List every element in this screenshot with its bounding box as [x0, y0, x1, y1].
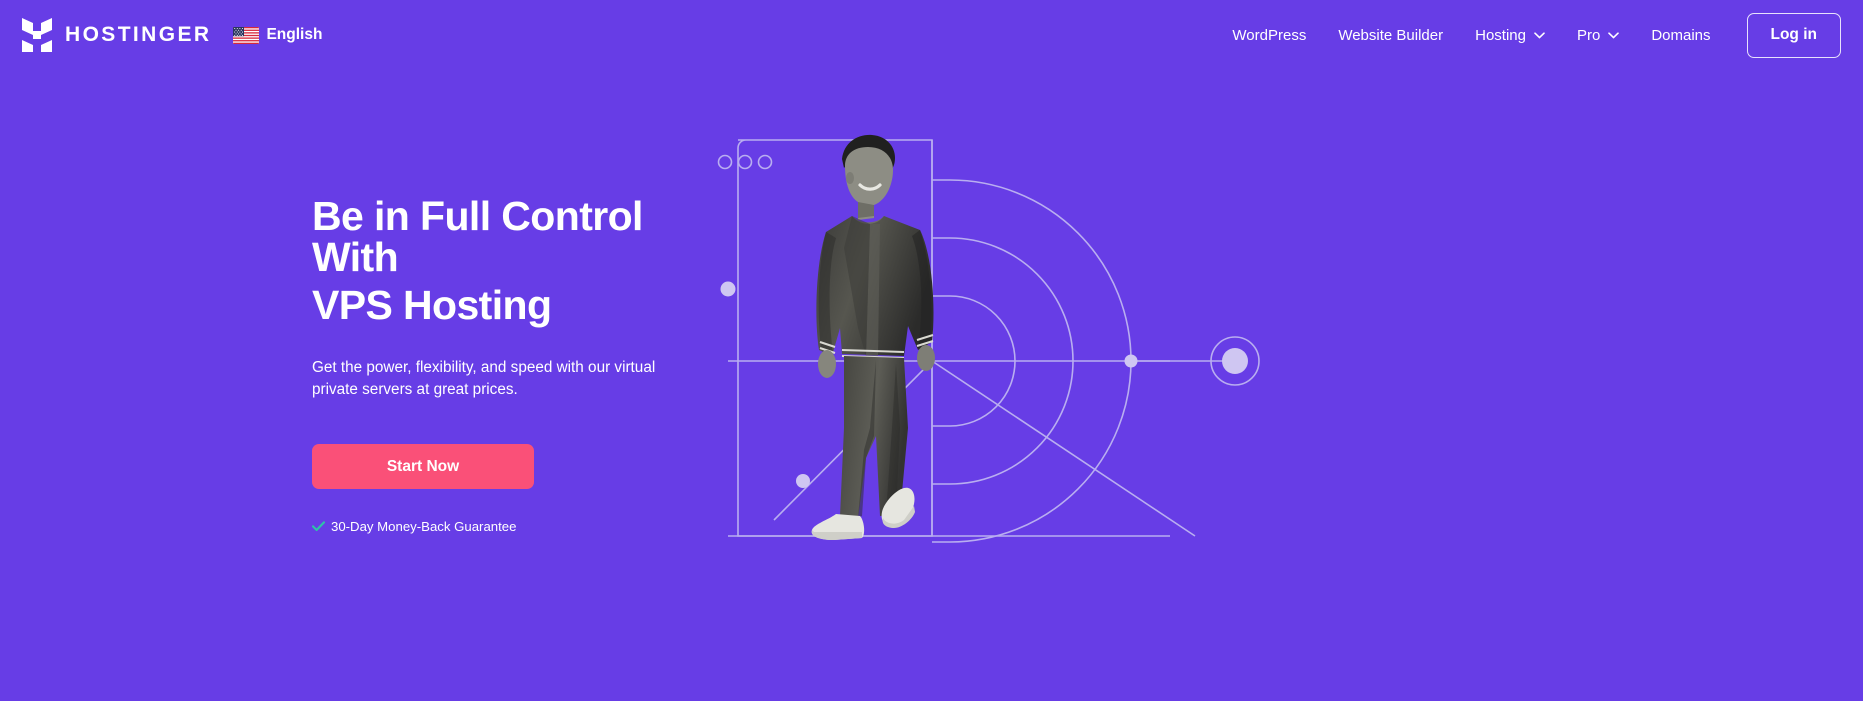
- language-selector[interactable]: English: [233, 26, 322, 44]
- chevron-down-icon: [1534, 31, 1545, 38]
- signal-arc-inner: [949, 295, 1016, 362]
- arc-center-node-dot: [1124, 354, 1138, 368]
- headline-line-1: Be in Full Control With: [312, 193, 643, 280]
- diagonal-ray-lower-right: [931, 360, 1196, 537]
- nav-label: Domains: [1651, 26, 1711, 44]
- page-title: Be in Full Control With VPS Hosting: [312, 196, 732, 326]
- large-node-dot: [1222, 348, 1248, 374]
- nav-item-hosting[interactable]: Hosting: [1459, 15, 1561, 55]
- language-label: English: [266, 26, 323, 43]
- guarantee-label: 30-Day Money-Back Guarantee: [331, 519, 517, 535]
- signal-arc-inner-lower: [949, 360, 1016, 427]
- signal-arc-mid-lower: [949, 360, 1074, 485]
- hero-illustration: [700, 120, 1300, 560]
- hero-copy: Be in Full Control With VPS Hosting Get …: [312, 196, 732, 534]
- nav-label: Website Builder: [1338, 26, 1444, 44]
- logo-wordmark: HOSTINGER: [65, 23, 212, 46]
- signal-arc-outer-lower: [949, 360, 1132, 543]
- hero-subheadline: Get the power, flexibility, and speed wi…: [312, 359, 656, 398]
- nav-label: WordPress: [1232, 26, 1307, 44]
- chevron-down-icon: [1608, 31, 1620, 38]
- nav-item-website-builder[interactable]: Website Builder: [1322, 15, 1459, 55]
- signal-arc-mid: [949, 237, 1074, 362]
- window-dot-2: [737, 154, 753, 170]
- nav-label: Hosting: [1475, 26, 1526, 44]
- window-dot-1: [717, 154, 733, 170]
- signal-arc-outer: [949, 179, 1132, 362]
- nav-label: Pro: [1576, 26, 1601, 44]
- brand-zone: HOSTINGER English: [22, 18, 322, 52]
- left-edge-node-dot: [720, 281, 736, 297]
- login-button[interactable]: Log in: [1746, 12, 1841, 58]
- nav-item-pro[interactable]: Pro: [1561, 15, 1635, 55]
- window-dot-3: [757, 154, 773, 170]
- nav-item-wordpress[interactable]: WordPress: [1216, 15, 1322, 55]
- money-back-guarantee: 30-Day Money-Back Guarantee: [312, 519, 732, 534]
- illustration-linework: [717, 139, 1260, 543]
- site-header: HOSTINGER English WordPress Website Buil…: [0, 0, 1863, 70]
- smiling-man-walking-illustration: [811, 134, 935, 540]
- person-photo: [800, 128, 955, 546]
- check-icon: [312, 521, 325, 532]
- hostinger-logo[interactable]: HOSTINGER: [22, 18, 211, 52]
- hostinger-h-logo-icon: [22, 18, 52, 52]
- hostinger-vps-landing-hero: HOSTINGER English WordPress Website Buil…: [0, 0, 1863, 701]
- us-flag-icon: [233, 26, 260, 44]
- main-navigation: WordPress Website Builder Hosting Pro Do…: [1216, 12, 1841, 58]
- start-now-button[interactable]: Start Now: [312, 444, 534, 490]
- nav-item-domains[interactable]: Domains: [1635, 15, 1726, 55]
- headline-line-2: VPS Hosting: [312, 282, 552, 328]
